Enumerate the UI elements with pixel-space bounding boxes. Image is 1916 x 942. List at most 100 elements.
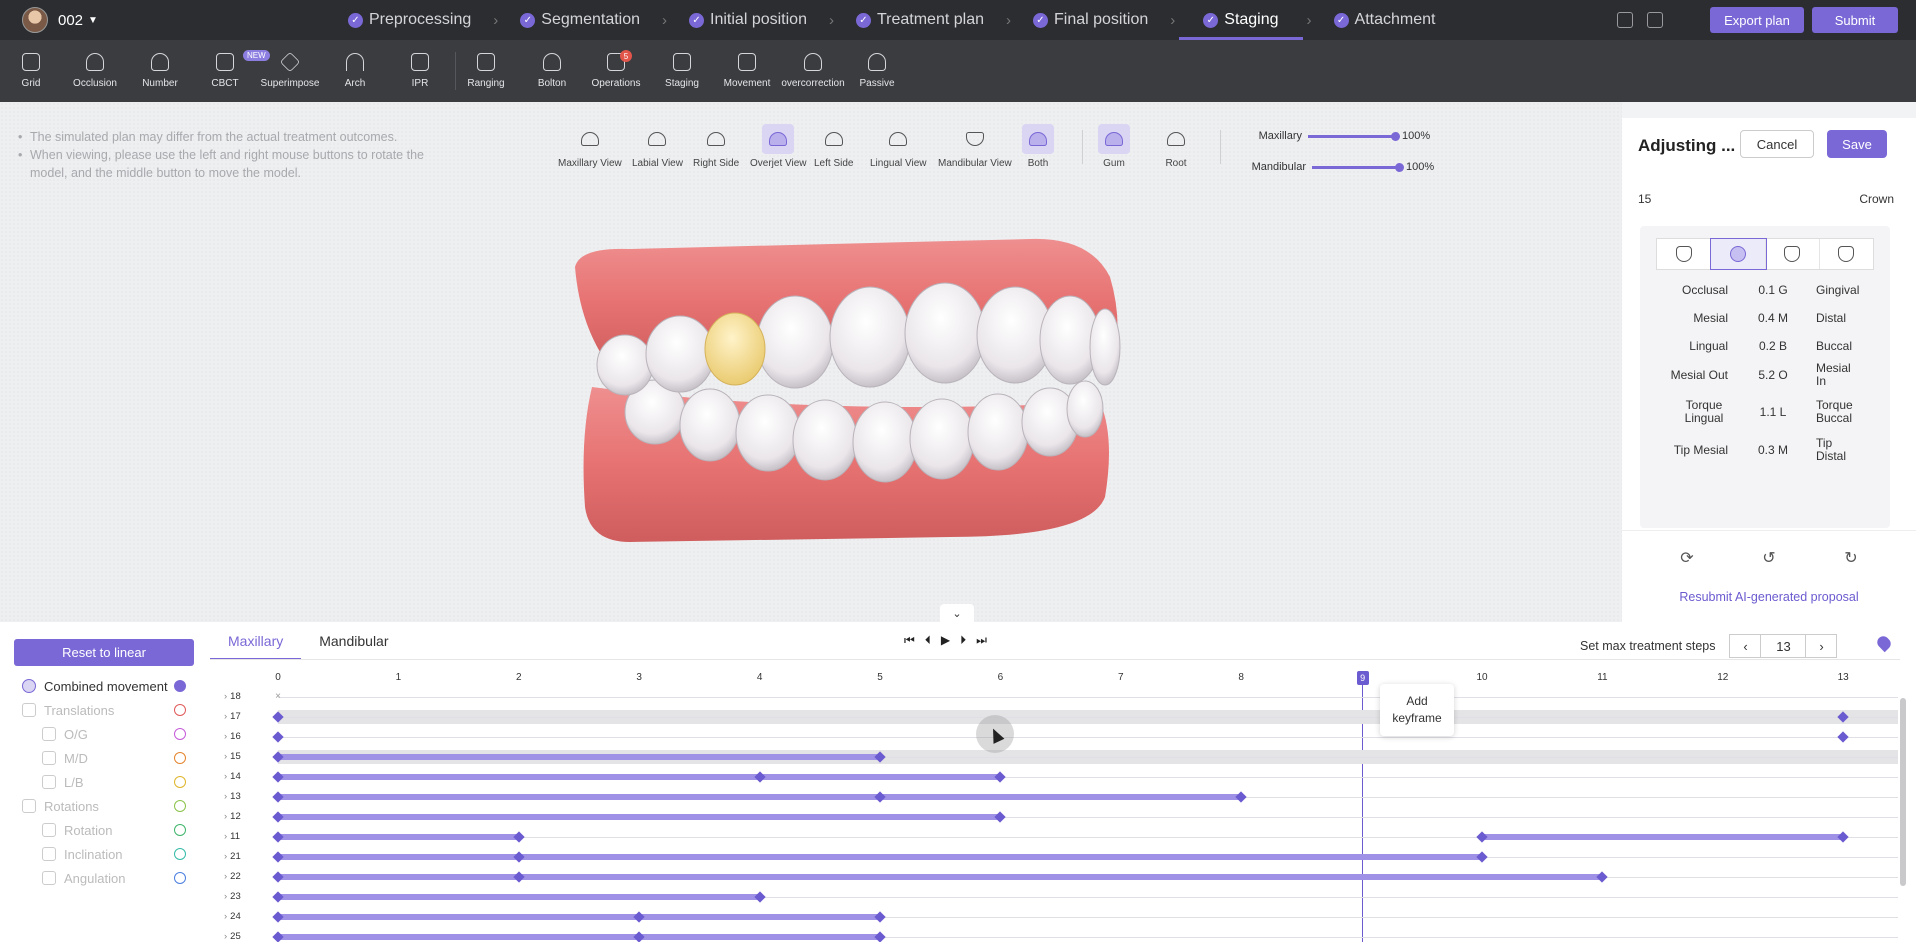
legend-color-dot[interactable] xyxy=(174,800,186,812)
step-segmentation[interactable]: ✓ Segmentation xyxy=(502,0,658,40)
keyframe-marker[interactable] xyxy=(272,931,284,942)
submit-button[interactable]: Submit xyxy=(1812,7,1898,33)
tool-arch[interactable]: Arch xyxy=(340,40,370,102)
overjet-view-button[interactable]: Overjet View xyxy=(750,124,807,169)
movement-segment[interactable] xyxy=(278,874,1603,880)
undo-icon[interactable]: ↺ xyxy=(1762,548,1775,568)
step-back-icon[interactable]: ⏴ xyxy=(925,633,931,648)
movement-value[interactable]: 0.4 M xyxy=(1736,311,1810,325)
maxillary-opacity-slider[interactable]: Maxillary 100% xyxy=(1244,130,1431,142)
reset-icon[interactable]: ⟳ xyxy=(1680,548,1693,568)
collapse-timeline-button[interactable]: ⌄ xyxy=(940,604,974,622)
tooth-label[interactable]: 16 xyxy=(224,730,241,744)
keyframe-marker[interactable] xyxy=(994,811,1007,823)
legend-color-dot[interactable] xyxy=(174,824,186,836)
tool-passive[interactable]: Passive xyxy=(858,40,896,102)
mandibular-view-button[interactable]: Mandibular View xyxy=(938,124,1012,169)
tool-cbct[interactable]: CBCT NEW xyxy=(205,40,270,102)
movement-segment[interactable] xyxy=(278,774,1001,780)
movement-value[interactable]: 1.1 L xyxy=(1736,405,1810,419)
play-icon[interactable]: ▶ xyxy=(941,633,950,648)
tooth-label[interactable]: 13 xyxy=(224,790,241,804)
tool-staging[interactable]: Staging xyxy=(662,40,702,102)
keyframe-marker[interactable] xyxy=(1596,871,1609,883)
resubmit-ai-link[interactable]: Resubmit AI-generated proposal xyxy=(1622,590,1916,604)
legend-item[interactable]: O/G xyxy=(42,722,196,746)
max-steps-value[interactable]: 13 xyxy=(1760,635,1807,657)
maxillary-view-button[interactable]: Maxillary View xyxy=(558,124,622,169)
movement-segment[interactable] xyxy=(278,834,519,840)
tooth-label[interactable]: 15 xyxy=(224,750,241,764)
legend-color-dot[interactable] xyxy=(174,848,186,860)
legend-item[interactable]: L/B xyxy=(42,770,196,794)
tab-maxillary[interactable]: Maxillary xyxy=(210,622,302,660)
movement-segment[interactable] xyxy=(278,794,1242,800)
slider-handle[interactable] xyxy=(1391,131,1400,141)
movement-segment[interactable] xyxy=(278,814,1001,820)
crown-tab[interactable] xyxy=(1657,239,1712,269)
keyframe-marker[interactable] xyxy=(633,931,645,942)
tooth-label[interactable]: 17 xyxy=(224,710,241,724)
tooth-track-row[interactable]: 14 xyxy=(218,770,1898,784)
legend-color-dot[interactable] xyxy=(174,752,186,764)
tooth-label[interactable]: 21 xyxy=(224,850,241,864)
tool-operations[interactable]: Operations 5 xyxy=(590,40,642,102)
slider-handle[interactable] xyxy=(1395,162,1404,172)
tooth-track-row[interactable]: 24 xyxy=(218,910,1898,924)
tool-movement[interactable]: Movement xyxy=(722,40,772,102)
legend-item[interactable]: M/D xyxy=(42,746,196,770)
step-treatment-plan[interactable]: ✓ Treatment plan xyxy=(838,0,1002,40)
legend-color-dot[interactable] xyxy=(174,728,186,740)
step-preprocessing[interactable]: ✓ Preprocessing xyxy=(330,0,489,40)
tool-superimpose[interactable]: Superimpose xyxy=(258,40,322,102)
right-side-view-button[interactable]: Right Side xyxy=(693,124,739,169)
dental-model[interactable] xyxy=(570,237,1240,542)
slider-track[interactable] xyxy=(1308,131,1400,141)
legend-color-dot[interactable] xyxy=(174,776,186,788)
movement-value[interactable]: 0.2 B xyxy=(1736,339,1810,353)
redo-icon[interactable]: ↻ xyxy=(1844,548,1857,568)
tooth-track-row[interactable]: 13 xyxy=(218,790,1898,804)
timeline-grid[interactable]: 012345678910111213918×171615141312112122… xyxy=(218,662,1898,942)
skip-to-start-icon[interactable]: ⏮ xyxy=(904,633,915,648)
tooth-label[interactable]: 12 xyxy=(224,810,241,824)
movement-segment[interactable] xyxy=(278,854,1482,860)
mandibular-opacity-slider[interactable]: Mandibular 100% xyxy=(1244,161,1435,173)
keyframe-marker[interactable] xyxy=(272,731,284,743)
tooth-track-row[interactable]: 15 xyxy=(218,750,1898,764)
left-side-view-button[interactable]: Left Side xyxy=(814,124,853,169)
3d-viewport[interactable]: The simulated plan may differ from the a… xyxy=(0,102,1622,622)
tooth-track-row[interactable]: 17 xyxy=(218,710,1898,724)
step-attachment[interactable]: ✓ Attachment xyxy=(1316,0,1454,40)
location-pin-icon[interactable] xyxy=(1874,633,1894,653)
tool-ranging[interactable]: Ranging xyxy=(466,40,506,102)
skip-to-end-icon[interactable]: ⏭ xyxy=(976,633,987,648)
keyframe-marker[interactable] xyxy=(1837,731,1849,743)
movement-segment[interactable] xyxy=(278,754,880,760)
tooth-track-row[interactable]: 22 xyxy=(218,870,1898,884)
cancel-button[interactable]: Cancel xyxy=(1740,130,1814,158)
root-toggle[interactable]: Root xyxy=(1160,124,1192,169)
user-menu[interactable]: 002 ▼ xyxy=(22,7,142,33)
tooth-label[interactable]: 14 xyxy=(224,770,241,784)
tooth-label[interactable]: 23 xyxy=(224,890,241,904)
selected-tooth-15[interactable] xyxy=(704,312,766,386)
tool-ipr[interactable]: IPR xyxy=(405,40,435,102)
legend-item[interactable]: Inclination xyxy=(42,842,196,866)
lingual-view-button[interactable]: Lingual View xyxy=(870,124,927,169)
step-forward-icon[interactable]: ⏵ xyxy=(960,633,966,648)
keyframe-marker[interactable] xyxy=(874,931,886,942)
tooth-label[interactable]: 22 xyxy=(224,870,241,884)
image-icon[interactable] xyxy=(1647,12,1663,28)
step-staging[interactable]: ✓ Staging xyxy=(1179,0,1303,40)
root-tab[interactable] xyxy=(1766,239,1820,269)
tooth-label[interactable]: 18 xyxy=(224,690,241,704)
tool-grid[interactable]: Grid xyxy=(16,40,46,102)
axis-tab[interactable] xyxy=(1820,239,1873,269)
movement-value[interactable]: 5.2 O xyxy=(1736,368,1810,382)
legend-item[interactable]: Angulation xyxy=(42,866,196,890)
tool-bolton[interactable]: Bolton xyxy=(532,40,572,102)
movement-segment[interactable] xyxy=(1482,834,1844,840)
step-initial-position[interactable]: ✓ Initial position xyxy=(671,0,825,40)
tool-overcorrection[interactable]: overcorrection xyxy=(780,40,846,102)
